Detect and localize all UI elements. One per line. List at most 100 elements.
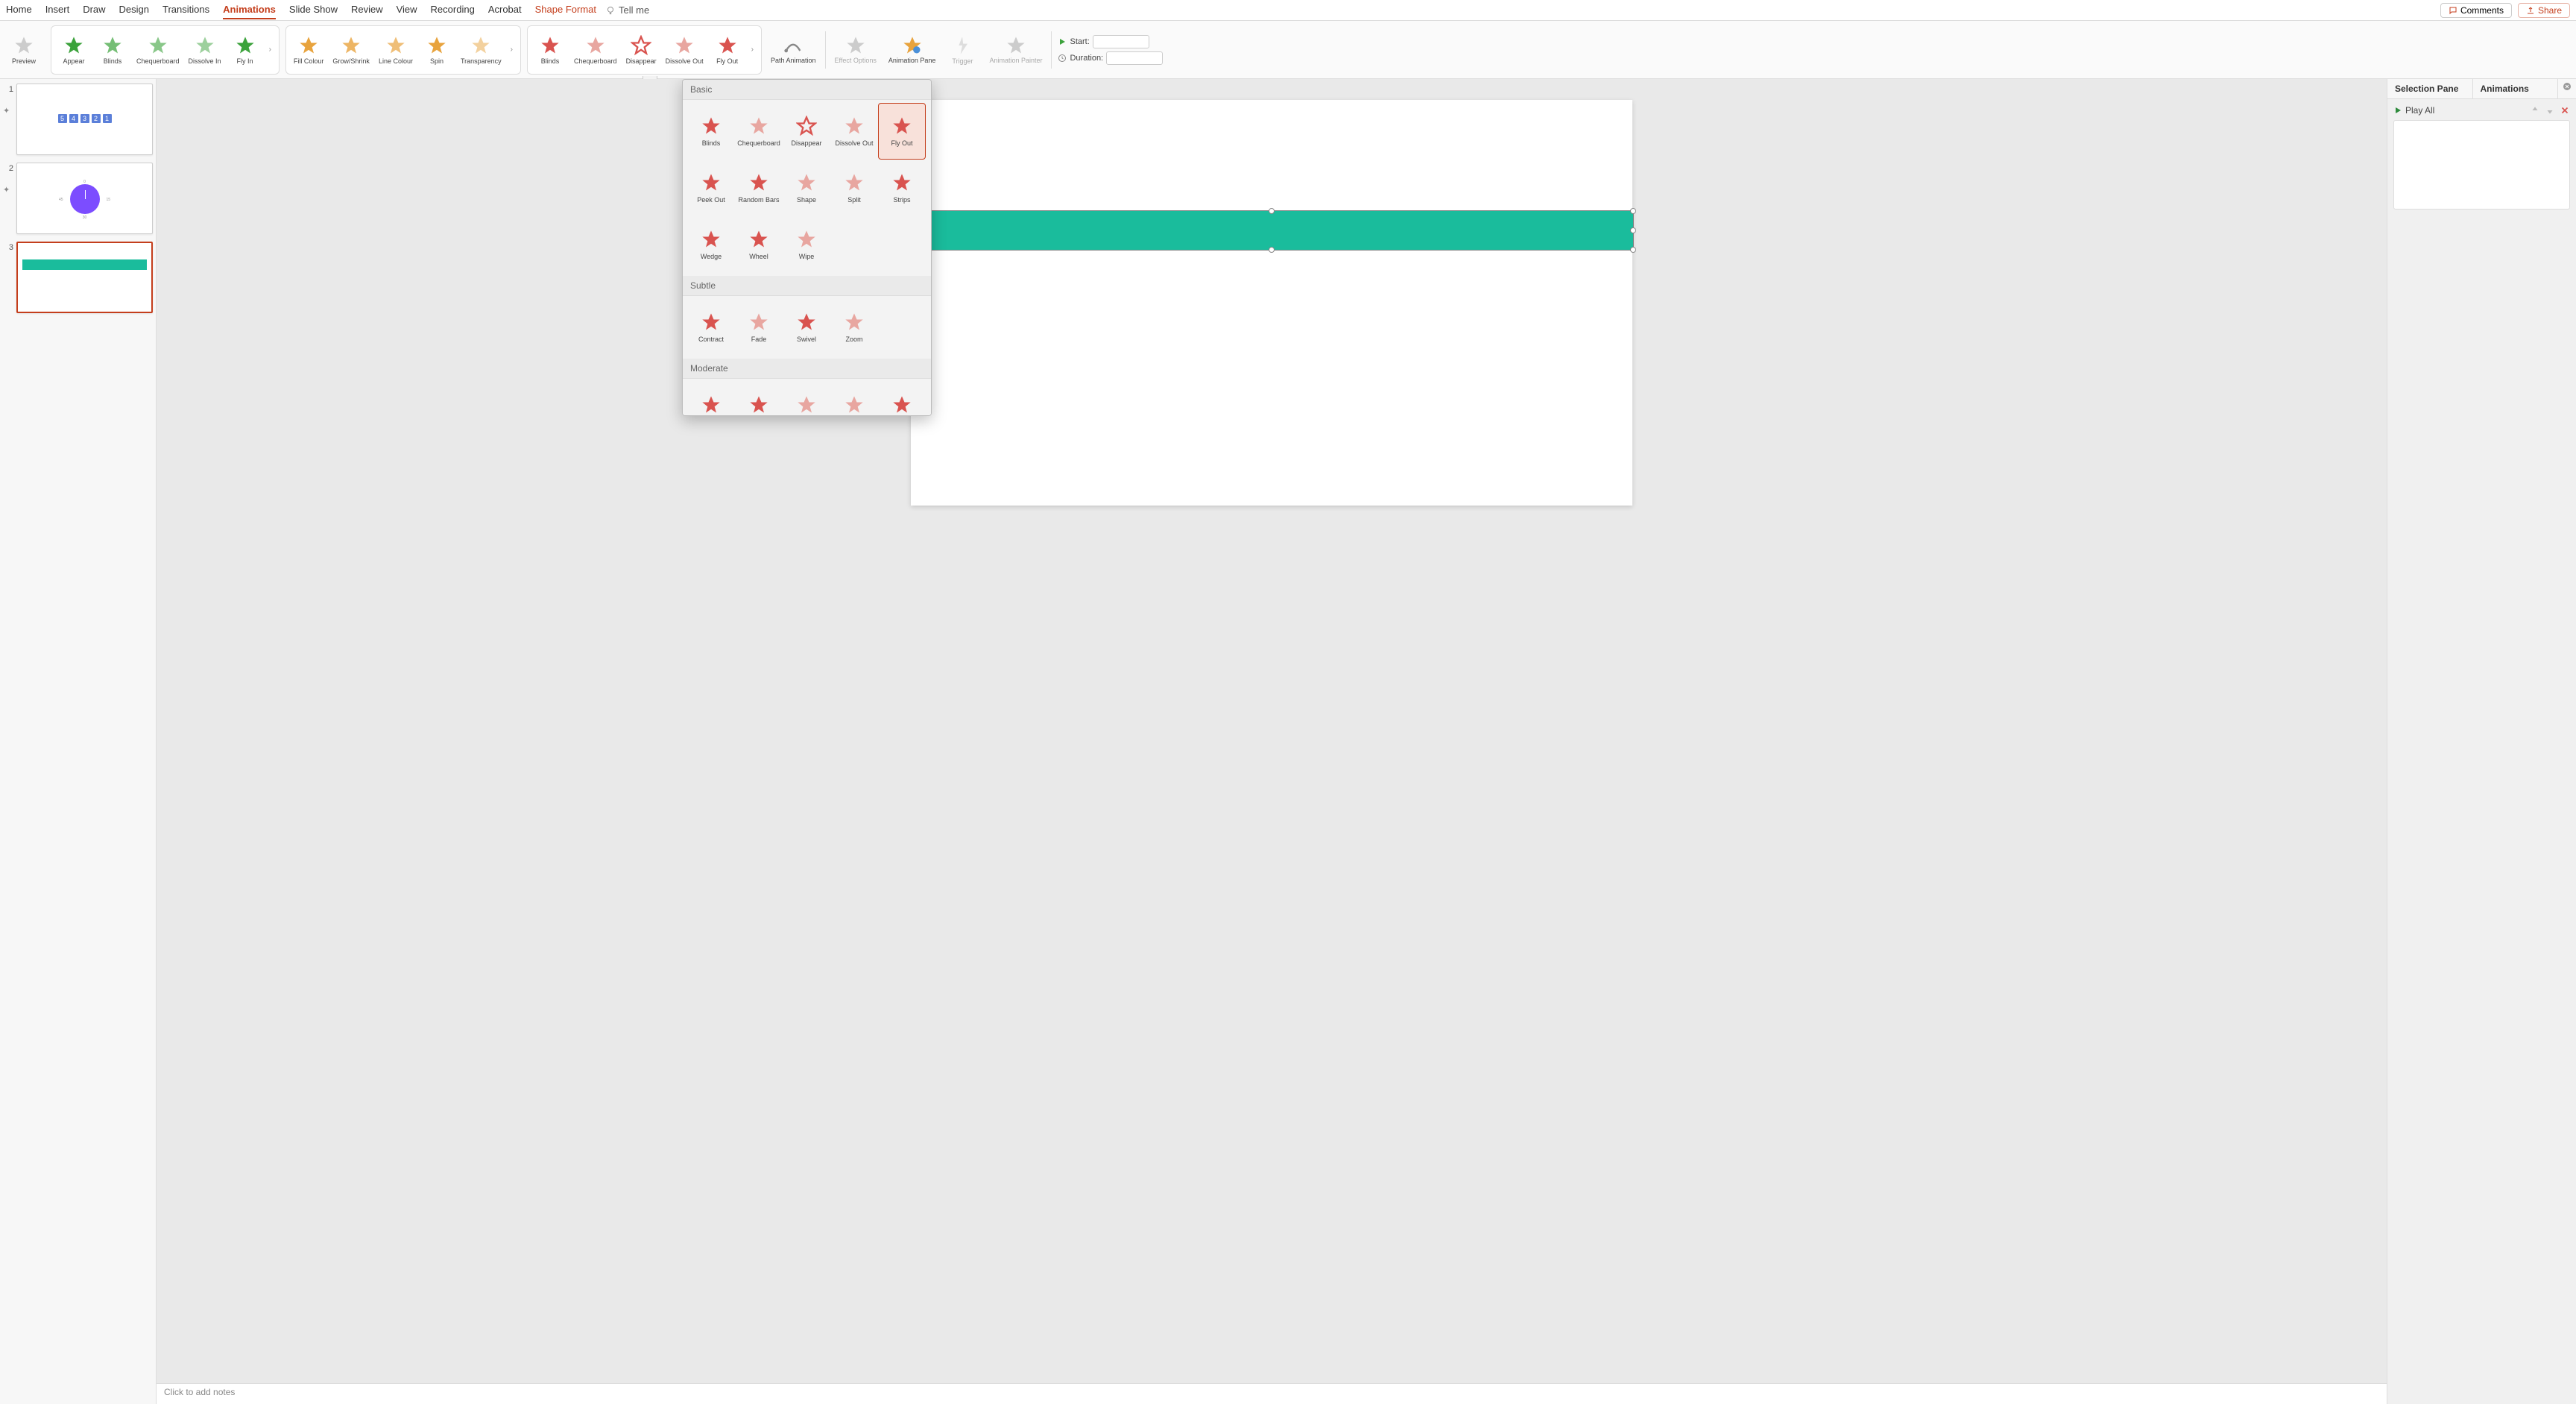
duration-input[interactable] bbox=[1106, 51, 1163, 65]
tab-home[interactable]: Home bbox=[6, 1, 32, 19]
resize-handle[interactable] bbox=[1630, 208, 1636, 214]
label: Animation Pane bbox=[888, 57, 936, 65]
gallery-item-disappear[interactable]: Disappear bbox=[783, 103, 830, 160]
label: Swivel bbox=[797, 336, 816, 343]
notes-area[interactable]: Click to add notes bbox=[157, 1383, 2387, 1404]
animations-pane-tab[interactable]: Animations bbox=[2473, 79, 2559, 98]
selection-pane-tab[interactable]: Selection Pane bbox=[2387, 79, 2473, 98]
entrance-blinds[interactable]: Blinds bbox=[95, 34, 130, 66]
preview-button[interactable]: Preview bbox=[6, 34, 42, 66]
tab-review[interactable]: Review bbox=[351, 1, 383, 19]
entrance-appear[interactable]: Appear bbox=[56, 34, 92, 66]
gallery-item-wheel[interactable]: Wheel bbox=[735, 216, 783, 273]
gallery-item-strips[interactable]: Strips bbox=[878, 160, 926, 216]
gallery-grid-basic: BlindsChequerboardDisappearDissolve OutF… bbox=[683, 100, 931, 276]
label: Animation Painter bbox=[989, 57, 1042, 65]
delete-icon[interactable] bbox=[2560, 105, 2570, 116]
star-icon bbox=[235, 35, 256, 56]
star-icon bbox=[891, 116, 912, 136]
tab-insert[interactable]: Insert bbox=[45, 1, 70, 19]
tell-me-label: Tell me bbox=[619, 4, 649, 16]
label: Transparency bbox=[461, 57, 502, 65]
gallery-item-fade[interactable]: Fade bbox=[735, 299, 783, 356]
slide-thumb-3[interactable]: 3 bbox=[3, 242, 153, 313]
gallery-item-shrink-turn[interactable]: Shrink & Turn bbox=[830, 382, 878, 416]
tell-me-search[interactable]: Tell me bbox=[605, 4, 649, 16]
gallery-item-shape[interactable]: Shape bbox=[783, 160, 830, 216]
animation-indicator-icon: ✦ bbox=[3, 94, 13, 116]
gallery-item-swivel[interactable]: Swivel bbox=[783, 299, 830, 356]
exit-chequerboard[interactable]: Chequerboard bbox=[571, 34, 620, 66]
exit-disappear[interactable]: Disappear bbox=[623, 34, 660, 66]
gallery-item-dissolve-out[interactable]: Dissolve Out bbox=[830, 103, 878, 160]
gallery-section-basic: Basic bbox=[683, 80, 931, 100]
gallery-item-random-bars[interactable]: Random Bars bbox=[735, 160, 783, 216]
tab-draw[interactable]: Draw bbox=[83, 1, 105, 19]
star-icon bbox=[540, 35, 561, 56]
gallery-item-fly-out[interactable]: Fly Out bbox=[878, 103, 926, 160]
play-all-button[interactable]: Play All bbox=[2393, 105, 2434, 116]
exit-more[interactable]: › bbox=[748, 45, 757, 54]
animation-painter-button: Animation Painter bbox=[986, 34, 1045, 66]
slide-thumb-1[interactable]: 1 ✦ 5 4 3 2 1 bbox=[3, 84, 153, 155]
gallery-item-chequerboard[interactable]: Chequerboard bbox=[735, 103, 783, 160]
emphasis-more[interactable]: › bbox=[508, 45, 516, 54]
gallery-item-centre-revolve[interactable]: Centre Revolve bbox=[687, 382, 735, 416]
tab-slideshow[interactable]: Slide Show bbox=[289, 1, 338, 19]
slide-canvas[interactable] bbox=[911, 100, 1632, 506]
emphasis-fill-colour[interactable]: Fill Colour bbox=[291, 34, 327, 66]
star-icon bbox=[748, 312, 769, 333]
resize-handle[interactable] bbox=[1269, 208, 1275, 214]
entrance-dissolve-in[interactable]: Dissolve In bbox=[186, 34, 224, 66]
star-icon bbox=[585, 35, 606, 56]
tab-shape-format[interactable]: Shape Format bbox=[535, 1, 596, 19]
clock-icon bbox=[1058, 54, 1067, 63]
tab-view[interactable]: View bbox=[397, 1, 417, 19]
tab-animations[interactable]: Animations bbox=[223, 1, 276, 19]
side-panel-tabs: Selection Pane Animations bbox=[2387, 79, 2576, 99]
resize-handle[interactable] bbox=[1269, 247, 1275, 253]
trigger-icon bbox=[952, 35, 973, 56]
tab-design[interactable]: Design bbox=[119, 1, 149, 19]
exit-blinds[interactable]: Blinds bbox=[532, 34, 568, 66]
emphasis-grow-shrink[interactable]: Grow/Shrink bbox=[329, 34, 373, 66]
share-button[interactable]: Share bbox=[2518, 3, 2570, 18]
gallery-item-blinds[interactable]: Blinds bbox=[687, 103, 735, 160]
slide-thumb-2[interactable]: 2 ✦ 0 15 30 45 bbox=[3, 163, 153, 234]
tab-acrobat[interactable]: Acrobat bbox=[488, 1, 522, 19]
exit-dissolve-out[interactable]: Dissolve Out bbox=[663, 34, 707, 66]
gallery-item-float-out[interactable]: Float Out bbox=[783, 382, 830, 416]
move-down-icon[interactable] bbox=[2545, 105, 2555, 116]
gallery-item-zoom[interactable]: Zoom bbox=[830, 299, 878, 356]
preview-icon bbox=[13, 35, 34, 56]
entrance-more[interactable]: › bbox=[266, 45, 274, 54]
exit-fly-out[interactable]: Fly Out bbox=[710, 34, 745, 66]
gallery-item-peek-out[interactable]: Peek Out bbox=[687, 160, 735, 216]
emphasis-spin[interactable]: Spin bbox=[419, 34, 455, 66]
tab-recording[interactable]: Recording bbox=[431, 1, 475, 19]
gallery-item-contract[interactable]: Contract bbox=[687, 299, 735, 356]
animation-list[interactable] bbox=[2393, 120, 2570, 210]
animation-pane-button[interactable]: Animation Pane bbox=[886, 34, 939, 66]
selected-rectangle-shape[interactable] bbox=[909, 210, 1634, 251]
star-icon bbox=[195, 35, 215, 56]
gallery-item-split[interactable]: Split bbox=[830, 160, 878, 216]
start-input[interactable] bbox=[1093, 35, 1149, 48]
path-animation-button[interactable]: Path Animation bbox=[768, 34, 819, 66]
entrance-fly-in[interactable]: Fly In bbox=[227, 34, 263, 66]
gallery-item-wedge[interactable]: Wedge bbox=[687, 216, 735, 273]
tab-transitions[interactable]: Transitions bbox=[162, 1, 209, 19]
close-panel-button[interactable] bbox=[2558, 79, 2576, 98]
entrance-chequerboard[interactable]: Chequerboard bbox=[133, 34, 183, 66]
emphasis-line-colour[interactable]: Line Colour bbox=[376, 34, 416, 66]
gallery-item-wipe[interactable]: Wipe bbox=[783, 216, 830, 273]
gallery-item-sink-down[interactable]: Sink Down bbox=[878, 382, 926, 416]
gallery-item-collapse[interactable]: Collapse bbox=[735, 382, 783, 416]
gallery-grid-moderate: Centre RevolveCollapseFloat OutShrink & … bbox=[683, 379, 931, 416]
move-up-icon[interactable] bbox=[2530, 105, 2540, 116]
comments-button[interactable]: Comments bbox=[2440, 3, 2512, 18]
resize-handle[interactable] bbox=[1630, 247, 1636, 253]
badges: 5 4 3 2 1 bbox=[58, 114, 112, 123]
emphasis-transparency[interactable]: Transparency bbox=[458, 34, 505, 66]
resize-handle[interactable] bbox=[1630, 227, 1636, 233]
